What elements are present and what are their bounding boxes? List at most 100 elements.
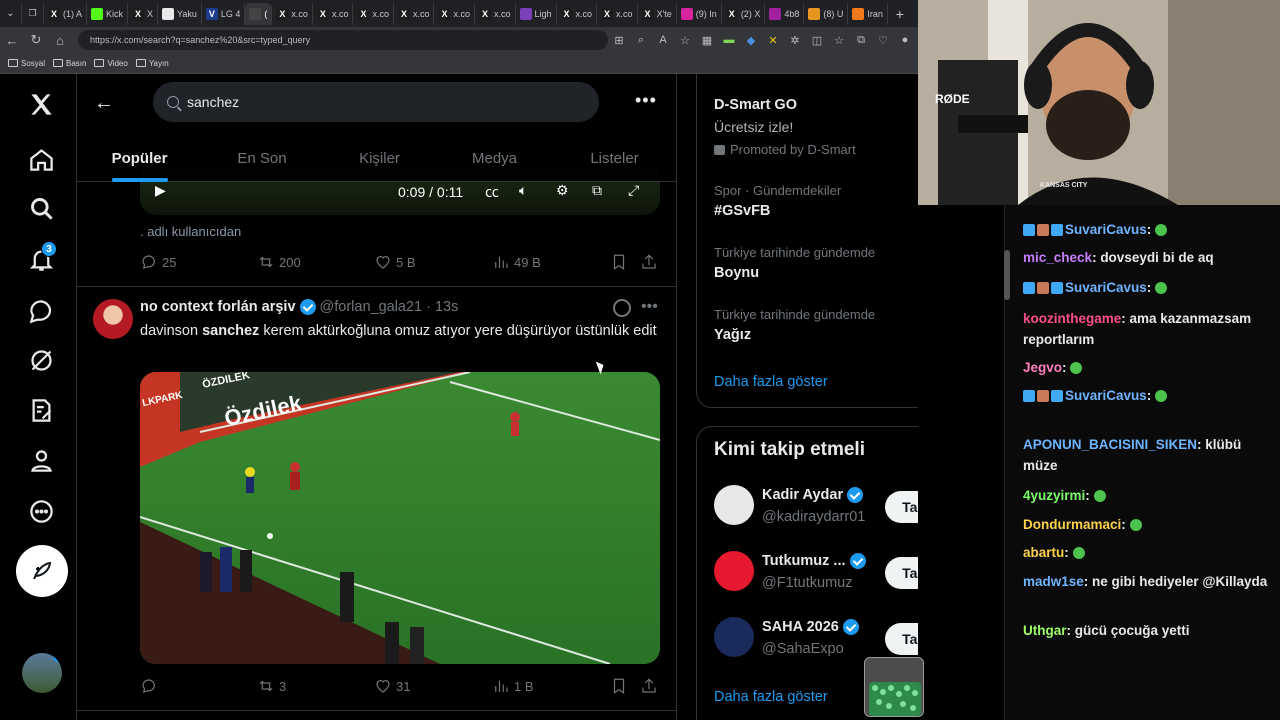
views-button[interactable]: 49 B <box>492 253 541 271</box>
follow-button[interactable]: Takip et <box>885 491 918 523</box>
tab-list-dropdown[interactable]: ⌄ <box>0 2 22 25</box>
user-avatar[interactable] <box>714 551 754 591</box>
follow-button[interactable]: Takip et <box>885 557 918 589</box>
address-bar[interactable]: https://x.com/search?q=sanchez%20&src=ty… <box>78 30 608 50</box>
chat-username[interactable]: madw1se <box>1023 574 1084 589</box>
grok-icon[interactable] <box>17 336 65 384</box>
browser-tab[interactable]: X (2) X <box>722 2 766 25</box>
user-name[interactable]: Kadir Aydar <box>762 487 867 503</box>
profile-icon[interactable] <box>17 436 65 484</box>
install-app-icon[interactable]: ⊞ <box>608 34 630 47</box>
browser-tab[interactable]: (8) U <box>804 2 849 25</box>
explore-search-icon[interactable] <box>17 184 65 232</box>
user-name[interactable]: SAHA 2026 <box>762 619 863 635</box>
chat-username[interactable]: SuvariCavus <box>1065 280 1147 295</box>
play-icon[interactable]: ▶ <box>155 182 166 199</box>
chat-username[interactable]: 4yuzyirmi <box>1023 488 1085 503</box>
search-more-icon[interactable]: ••• <box>635 90 657 111</box>
chat-username[interactable]: Jegvo <box>1023 360 1062 375</box>
extension-icon[interactable]: ▬ <box>718 34 740 46</box>
tab-popular[interactable]: Popüler <box>77 134 202 182</box>
captions-icon[interactable]: ㏄ <box>485 182 499 202</box>
home-icon[interactable]: ⌂ <box>48 33 72 48</box>
browser-tab[interactable]: X (1) A <box>44 2 88 25</box>
pip-icon[interactable]: ⧉ <box>592 182 602 199</box>
share-button[interactable] <box>640 253 662 271</box>
workspaces-icon[interactable]: ❐ <box>22 2 44 25</box>
fullscreen-icon[interactable]: ⤢ <box>628 182 639 199</box>
tab-lists[interactable]: Listeler <box>552 134 676 182</box>
browser-tab[interactable]: ( <box>245 2 273 25</box>
chat-username[interactable]: Uthgar <box>1023 623 1067 638</box>
grok-explain-icon[interactable] <box>613 299 631 317</box>
ad-title[interactable]: D-Smart GO <box>714 97 797 113</box>
show-more-link[interactable]: Daha fazla göster <box>714 689 828 705</box>
x-logo-icon[interactable] <box>17 80 65 128</box>
trend-name[interactable]: Yağız <box>714 327 751 343</box>
bookmark-folder[interactable]: Sosyal <box>8 59 45 68</box>
browser-tab[interactable]: Xx.co <box>272 2 313 25</box>
bookmark-button[interactable] <box>610 677 632 695</box>
trend-name[interactable]: Boynu <box>714 265 759 281</box>
settings-gear-icon[interactable]: ⚙ <box>556 182 569 199</box>
chat-username[interactable]: mic_check <box>1023 250 1092 265</box>
bookmark-folder[interactable]: Yayın <box>135 59 169 68</box>
browser-tab[interactable]: Xx.co <box>557 2 598 25</box>
notifications-bell-icon[interactable] <box>17 235 65 283</box>
tab-people[interactable]: Kişiler <box>322 134 437 182</box>
tweet-video-thumbnail[interactable]: Özdilek ÖZDILEK LKPARK <box>140 372 660 664</box>
browser-tab[interactable]: Iran <box>848 2 888 25</box>
repost-button[interactable]: 3 <box>257 677 286 695</box>
compose-post-button[interactable] <box>16 545 68 597</box>
like-button[interactable]: 5 B <box>374 253 416 271</box>
views-button[interactable]: 1 B <box>492 677 534 695</box>
favorite-star-icon[interactable]: ☆ <box>674 34 696 47</box>
browser-tab[interactable]: 4b8 <box>765 2 805 25</box>
browser-tab[interactable]: V LG 4 <box>202 2 246 25</box>
repost-button[interactable]: 200 <box>257 253 301 271</box>
browser-tab[interactable]: XX <box>128 2 159 25</box>
tweet-author-avatar[interactable] <box>93 299 133 339</box>
follow-button[interactable]: Takip et <box>885 623 918 655</box>
reload-icon[interactable]: ↻ <box>24 32 48 48</box>
chat-username[interactable]: Dondurmamaci <box>1023 517 1121 532</box>
back-arrow-icon[interactable]: ← <box>0 33 24 48</box>
new-tab-button[interactable]: + <box>888 3 912 25</box>
read-aloud-icon[interactable]: A <box>652 34 674 46</box>
chat-username[interactable]: SuvariCavus <box>1065 222 1147 237</box>
browser-tab[interactable]: Kick <box>87 2 129 25</box>
tweet-author-handle[interactable]: @forlan_gala21 <box>320 299 423 315</box>
extension-icon[interactable]: ◆ <box>740 34 762 47</box>
profile-avatar[interactable]: ● <box>894 34 916 46</box>
extension-icon[interactable]: ✕ <box>762 34 784 47</box>
collections-icon[interactable]: ⧉ <box>850 34 872 47</box>
volume-icon[interactable]: 🔈︎ <box>519 182 527 199</box>
split-screen-icon[interactable]: ◫ <box>806 34 828 47</box>
extension-icon[interactable]: ▦ <box>696 34 718 47</box>
favorites-icon[interactable]: ☆ <box>828 34 850 47</box>
articles-icon[interactable] <box>17 386 65 434</box>
back-arrow-icon[interactable]: ← <box>91 90 117 116</box>
account-avatar[interactable] <box>22 653 62 693</box>
browser-essentials-icon[interactable]: ♡ <box>872 34 894 47</box>
browser-tab[interactable]: Xx.co <box>353 2 394 25</box>
chat-username[interactable]: APONUN_BACISINI_SIKEN <box>1023 437 1197 452</box>
extensions-puzzle-icon[interactable]: ✲ <box>784 34 806 47</box>
share-button[interactable] <box>640 677 662 695</box>
bookmark-button[interactable] <box>610 253 632 271</box>
tab-media[interactable]: Medya <box>437 134 552 182</box>
user-avatar[interactable] <box>714 485 754 525</box>
chat-scrollbar[interactable] <box>1004 250 1010 300</box>
user-avatar[interactable] <box>714 617 754 657</box>
like-button[interactable]: 31 <box>374 677 410 695</box>
browser-tab[interactable]: Xx.co <box>597 2 638 25</box>
search-input[interactable]: sanchez <box>153 82 599 122</box>
reply-button[interactable] <box>140 677 162 695</box>
home-icon[interactable] <box>17 135 65 183</box>
chat-username[interactable]: abartu <box>1023 545 1064 560</box>
browser-tab[interactable]: (9) In <box>677 2 722 25</box>
chat-username[interactable]: SuvariCavus <box>1065 388 1147 403</box>
browser-tab[interactable]: X X'te <box>638 2 677 25</box>
browser-tab[interactable]: Ligh <box>516 2 557 25</box>
tweet-more-icon[interactable]: ••• <box>641 298 658 316</box>
